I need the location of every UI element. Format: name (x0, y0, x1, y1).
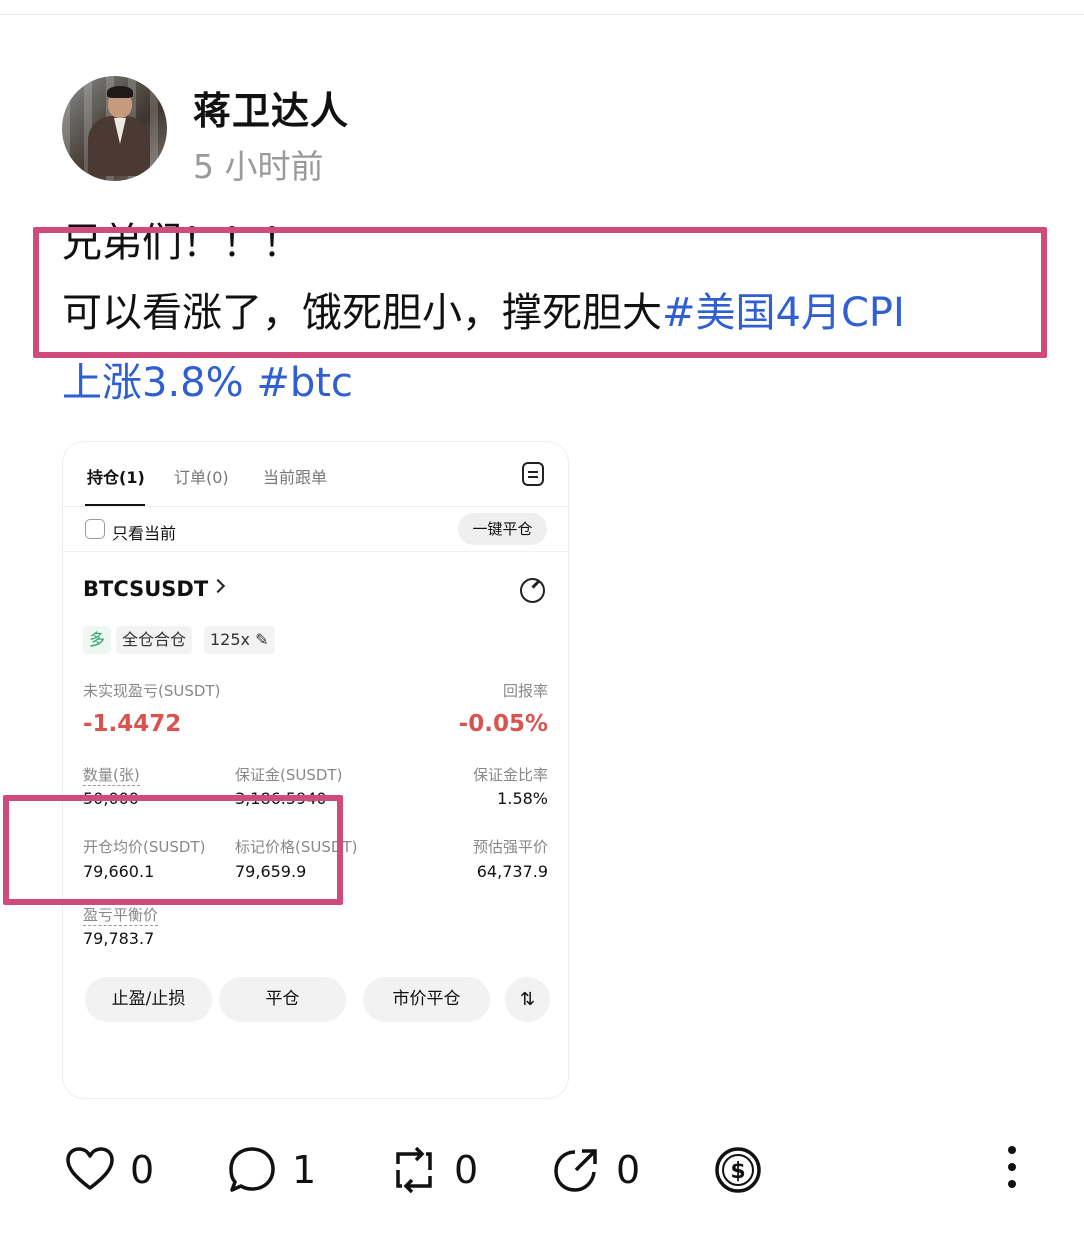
like-count: 0 (130, 1148, 155, 1192)
roi-value: -0.05% (458, 711, 548, 737)
comment-count: 1 (292, 1148, 317, 1192)
margin-label: 保证金(SUSDT) (235, 766, 343, 784)
repost-icon (396, 1146, 432, 1194)
chevron-right-icon[interactable] (210, 578, 226, 594)
tp-sl-button[interactable]: 止盈/止损 (85, 977, 212, 1022)
tip-button[interactable]: $ (712, 1144, 764, 1196)
document-icon[interactable] (522, 462, 544, 486)
breakeven-price-label: 盈亏平衡价 (83, 906, 159, 926)
only-current-checkbox[interactable] (85, 519, 105, 539)
hashtag-cpi-cont[interactable]: 上涨3.8% (62, 360, 244, 406)
repost-button[interactable]: 0 (388, 1144, 478, 1196)
post-text-line3: 上涨3.8% #btc (62, 358, 353, 408)
share-button[interactable]: 0 (550, 1144, 640, 1196)
like-button[interactable]: 0 (64, 1144, 154, 1196)
svg-text:$: $ (730, 1159, 745, 1184)
heart-icon (66, 1147, 114, 1190)
leverage-tag[interactable]: 125x ✎ (204, 626, 275, 654)
close-all-button[interactable]: 一键平仓 (458, 513, 547, 545)
repost-count: 0 (454, 1148, 479, 1192)
tab-positions[interactable]: 持仓(1) (87, 464, 145, 488)
margin-ratio-value: 1.58% (497, 789, 548, 808)
avatar[interactable] (62, 76, 167, 181)
tab-orders[interactable]: 订单(0) (174, 464, 229, 488)
post-time: 5 小时前 (193, 147, 324, 186)
author-name[interactable]: 蒋卫达人 (193, 80, 349, 135)
share-icon[interactable] (520, 578, 545, 603)
liquidation-price-label: 预估强平价 (472, 838, 548, 856)
breakeven-price-value: 79,783.7 (83, 929, 155, 948)
comment-icon (229, 1147, 275, 1192)
row-divider (63, 551, 568, 552)
margin-ratio-label: 保证金比率 (472, 766, 548, 784)
tab-copy-trading[interactable]: 当前跟单 (263, 464, 327, 488)
position-screenshot-card[interactable]: 持仓(1) 订单(0) 当前跟单 只看当前 一键平仓 BTCSUSDT 多 全仓… (62, 441, 569, 1099)
tabs-divider (63, 506, 568, 507)
comment-button[interactable]: 1 (226, 1144, 316, 1196)
share-count: 0 (616, 1148, 641, 1192)
swap-icon[interactable]: ⇅ (505, 977, 550, 1022)
roi-label: 回报率 (502, 682, 548, 700)
side-tag: 多 (83, 626, 112, 654)
margin-mode-tag: 全仓合仓 (116, 626, 193, 654)
unrealized-pnl-label: 未实现盈亏(SUSDT) (83, 682, 221, 700)
highlight-box-text (33, 227, 1047, 358)
quantity-label: 数量(张) (83, 766, 140, 786)
only-current-label: 只看当前 (112, 524, 177, 543)
unrealized-pnl-value: -1.4472 (83, 711, 182, 737)
market-close-button[interactable]: 市价平仓 (363, 977, 490, 1022)
dollar-coin-icon: $ (715, 1147, 761, 1193)
highlight-box-price (3, 795, 343, 905)
liquidation-price-value: 64,737.9 (476, 862, 548, 881)
edit-icon: ✎ (250, 630, 269, 649)
close-position-button[interactable]: 平仓 (219, 977, 346, 1022)
share-arrow-icon (554, 1149, 597, 1192)
more-options-icon[interactable] (1005, 1146, 1019, 1196)
symbol-name[interactable]: BTCSUSDT (83, 577, 208, 601)
top-divider (0, 14, 1084, 15)
hashtag-btc[interactable]: #btc (256, 360, 353, 406)
